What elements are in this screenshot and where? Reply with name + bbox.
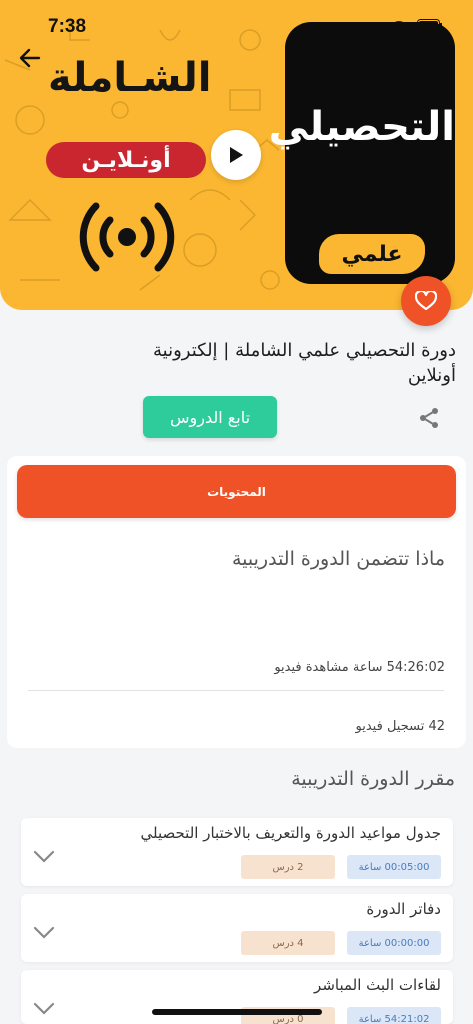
- follow-lessons-button[interactable]: تابع الدروس: [143, 396, 277, 438]
- hero-brand-word: الشـاملة: [48, 55, 212, 101]
- lesson-count-badge: 2 درس: [241, 855, 335, 879]
- hero-card-tag: علمي: [319, 234, 425, 274]
- favorite-button[interactable]: [401, 276, 451, 326]
- chevron-down-icon[interactable]: [33, 850, 55, 864]
- share-icon: [420, 408, 438, 428]
- lesson-title: لقاءات البث المباشر: [314, 976, 441, 994]
- lesson-duration-badge: 00:05:00 ساعة: [347, 855, 441, 879]
- chevron-down-icon[interactable]: [33, 1002, 55, 1016]
- status-time: 7:38: [48, 16, 87, 37]
- video-hours-stat: 54:26:02 ساعة مشاهدة فيديو: [274, 660, 445, 675]
- lesson-title: جدول مواعيد الدورة والتعريف بالاختبار ال…: [140, 824, 442, 842]
- divider: [28, 690, 444, 691]
- share-button[interactable]: [415, 404, 443, 432]
- heart-icon: [415, 291, 437, 311]
- lesson-duration-badge: 00:00:00 ساعة: [347, 931, 441, 955]
- online-pill: أونـلايـن: [46, 142, 206, 178]
- hero-title-card: التحصيلي علمي: [268, 22, 455, 284]
- recorded-videos-stat: 42 تسجيل فيديو: [355, 719, 445, 734]
- lesson-item[interactable]: دفاتر الدورة 00:00:00 ساعة 4 درس: [21, 894, 453, 962]
- syllabus-heading: مقرر الدورة التدريبية: [291, 768, 455, 790]
- lesson-duration-badge: 54:21:02 ساعة: [347, 1007, 441, 1024]
- home-indicator: [152, 1009, 322, 1015]
- lesson-item[interactable]: لقاءات البث المباشر 54:21:02 ساعة 0 درس: [21, 970, 453, 1024]
- play-icon: [230, 147, 243, 163]
- play-button[interactable]: [211, 130, 261, 180]
- lesson-item[interactable]: جدول مواعيد الدورة والتعريف بالاختبار ال…: [21, 818, 453, 886]
- course-title: دورة التحصيلي علمي الشاملة | إلكترونية أ…: [152, 340, 456, 386]
- hero-card-title: التحصيلي: [268, 104, 455, 150]
- broadcast-icon: [79, 202, 175, 272]
- back-arrow-icon: [19, 48, 41, 68]
- chevron-down-icon[interactable]: [33, 926, 55, 940]
- includes-heading: ماذا تتضمن الدورة التدريبية: [231, 548, 445, 570]
- lesson-count-badge: 4 درس: [241, 931, 335, 955]
- tab-contents[interactable]: المحتويات: [17, 465, 456, 518]
- back-button[interactable]: [16, 45, 44, 71]
- lesson-title: دفاتر الدورة: [366, 900, 441, 918]
